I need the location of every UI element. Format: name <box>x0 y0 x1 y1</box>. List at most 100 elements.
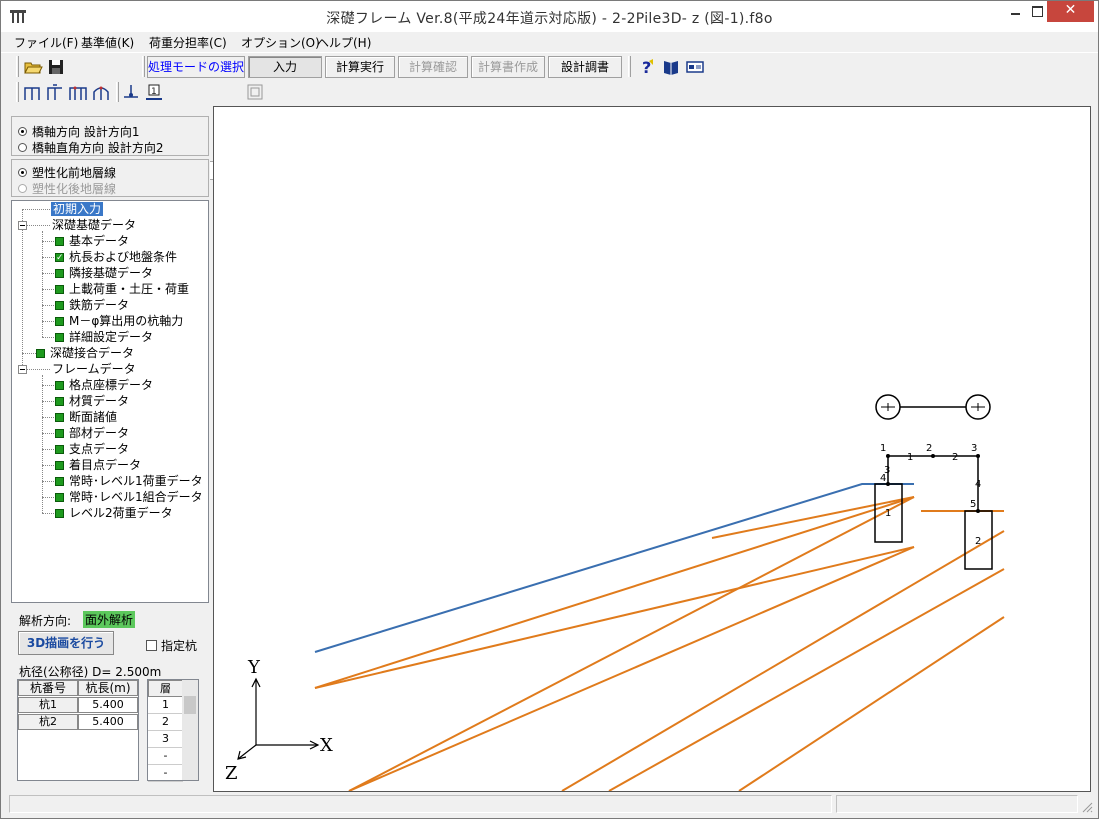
report-create-button[interactable]: 計算書作成 <box>471 56 545 78</box>
tree-item-rebar[interactable]: 鉄筋データ <box>55 297 129 313</box>
tree-item-focus-point[interactable]: 着目点データ <box>55 457 141 473</box>
calc-run-button[interactable]: 計算実行 <box>325 56 395 78</box>
status-square-icon <box>55 461 64 470</box>
tree-item-section[interactable]: 断面諸値 <box>55 409 117 425</box>
frame-single-icon[interactable] <box>22 83 42 103</box>
draw-3d-button[interactable]: 3D描画を行う <box>18 631 114 655</box>
column-header: 杭番号 <box>18 680 78 696</box>
table-cell[interactable]: - <box>148 748 183 765</box>
node-label: 1 <box>880 443 886 454</box>
z-axis <box>237 744 257 760</box>
status-square-icon <box>55 317 64 326</box>
status-square-icon <box>55 269 64 278</box>
maximize-button[interactable] <box>1029 1 1047 22</box>
tree-item-material[interactable]: 材質データ <box>55 393 129 409</box>
row-header[interactable]: 杭1 <box>18 697 78 713</box>
toolbar-grip <box>16 56 19 77</box>
vertical-scrollbar[interactable] <box>182 680 198 780</box>
resize-grip-icon[interactable] <box>1081 801 1093 813</box>
radio-bridge-axis[interactable]: 橋軸方向 設計方向1 <box>18 123 139 139</box>
tree-item-support[interactable]: 支点データ <box>55 441 129 457</box>
radio-before-plastic[interactable]: 塑性化前地層線 <box>18 164 116 180</box>
radio-dot <box>18 168 27 177</box>
radio-before-plastic-label: 塑性化前地層線 <box>32 166 117 180</box>
support-point-icon[interactable] <box>121 83 141 103</box>
menu-standard[interactable]: 基準値(K) <box>81 34 134 51</box>
tree-item-node-coords[interactable]: 格点座標データ <box>55 377 153 393</box>
tree-group-frame[interactable]: フレームデータ <box>52 361 136 377</box>
tree-item-label: 部材データ <box>69 426 130 440</box>
drawing-canvas[interactable]: 1 2 3 1 2 3 4 4 5 1 2 Y X Z <box>213 106 1091 792</box>
tree-item-l2-load[interactable]: レベル2荷重データ <box>55 505 173 521</box>
tree-item-adjacent[interactable]: 隣接基礎データ <box>55 265 153 281</box>
node-number-icon[interactable]: 1 <box>144 83 164 103</box>
manual-book-icon[interactable] <box>661 57 681 77</box>
checkbox-box <box>146 640 157 651</box>
tree-item-joint[interactable]: 深礎接合データ <box>36 345 134 361</box>
table-cell[interactable]: 5.400 <box>78 697 138 713</box>
tree-line <box>42 385 54 386</box>
frame-arch-icon[interactable] <box>91 83 111 103</box>
save-icon[interactable] <box>46 57 66 77</box>
scrollbar-thumb[interactable] <box>184 696 196 714</box>
layer-line <box>711 496 915 539</box>
radio-after-plastic[interactable]: 塑性化後地層線 <box>18 180 116 196</box>
tree-item-label: 基本データ <box>69 234 130 248</box>
ground-line-group: 塑性化前地層線 塑性化後地層線 <box>11 159 209 197</box>
table-cell[interactable]: 3 <box>148 731 183 748</box>
tree-item-l1-load[interactable]: 常時･レベル1荷重データ <box>55 473 203 489</box>
tree-line <box>42 433 54 434</box>
tree-line <box>42 257 54 258</box>
tree-line <box>22 353 36 354</box>
fit-view-icon[interactable] <box>245 82 265 102</box>
minimize-button[interactable] <box>1001 1 1029 22</box>
status-pane-main <box>9 795 832 813</box>
table-cell[interactable]: - <box>148 765 183 782</box>
status-square-icon <box>55 413 64 422</box>
radio-bridge-perpendicular-label: 橋軸直角方向 設計方向2 <box>32 141 164 155</box>
menu-load-share[interactable]: 荷重分担率(C) <box>149 34 227 51</box>
tree-item-pile-length[interactable]: 杭長および地盤条件 <box>55 249 177 266</box>
toolbar-grip <box>16 82 19 102</box>
tree-line <box>42 241 54 242</box>
tree-item-loads[interactable]: 上載荷重・土圧・荷重 <box>55 281 189 297</box>
menu-help[interactable]: ヘルプ(H) <box>317 34 371 51</box>
close-icon: ✕ <box>1064 2 1077 18</box>
input-button[interactable]: 入力 <box>248 56 322 78</box>
frame-multi-icon[interactable] <box>68 83 88 103</box>
tree-item-detail[interactable]: 詳細設定データ <box>55 329 153 345</box>
table-cell[interactable]: 1 <box>148 697 183 714</box>
tree-item-label: 常時･レベル1荷重データ <box>69 474 203 488</box>
analysis-direction-value: 面外解析 <box>83 611 136 628</box>
collapse-icon[interactable] <box>18 221 27 230</box>
version-info-icon[interactable] <box>685 57 705 77</box>
tree-item-initial[interactable]: 初期入力 <box>51 201 104 217</box>
collapse-icon[interactable] <box>18 365 27 374</box>
design-record-button[interactable]: 設計調書 <box>548 56 622 78</box>
toolbar-grip <box>628 56 631 77</box>
row-header[interactable]: 杭2 <box>18 714 78 730</box>
tree-group-foundation[interactable]: 深礎基礎データ <box>52 217 136 233</box>
frame-portal-icon[interactable] <box>45 83 65 103</box>
tree-line <box>42 289 54 290</box>
table-cell[interactable]: 5.400 <box>78 714 138 730</box>
menu-option[interactable]: オプション(O) <box>241 34 320 51</box>
svg-text:1: 1 <box>151 87 157 97</box>
tree-line <box>42 497 54 498</box>
help-icon[interactable]: ? <box>637 57 657 77</box>
close-button[interactable]: ✕ <box>1047 1 1094 22</box>
table-cell[interactable]: 2 <box>148 714 183 731</box>
status-square-icon <box>55 301 64 310</box>
calc-check-button[interactable]: 計算確認 <box>398 56 468 78</box>
pile-label: 1 <box>885 508 891 519</box>
specified-pile-checkbox[interactable]: 指定杭 <box>146 637 197 654</box>
open-folder-icon[interactable] <box>23 57 43 77</box>
tree-item-l1-combo[interactable]: 常時･レベル1組合データ <box>55 489 203 505</box>
tree-item-member[interactable]: 部材データ <box>55 425 129 441</box>
radio-bridge-perpendicular[interactable]: 橋軸直角方向 設計方向2 <box>18 139 163 155</box>
menu-file[interactable]: ファイル(F) <box>14 34 78 51</box>
y-axis-label: Y <box>247 657 261 678</box>
tree-item-m-phi[interactable]: M－φ算出用の杭軸力 <box>55 313 183 329</box>
status-bar <box>1 793 1098 818</box>
tree-item-basic-data[interactable]: 基本データ <box>55 233 129 249</box>
